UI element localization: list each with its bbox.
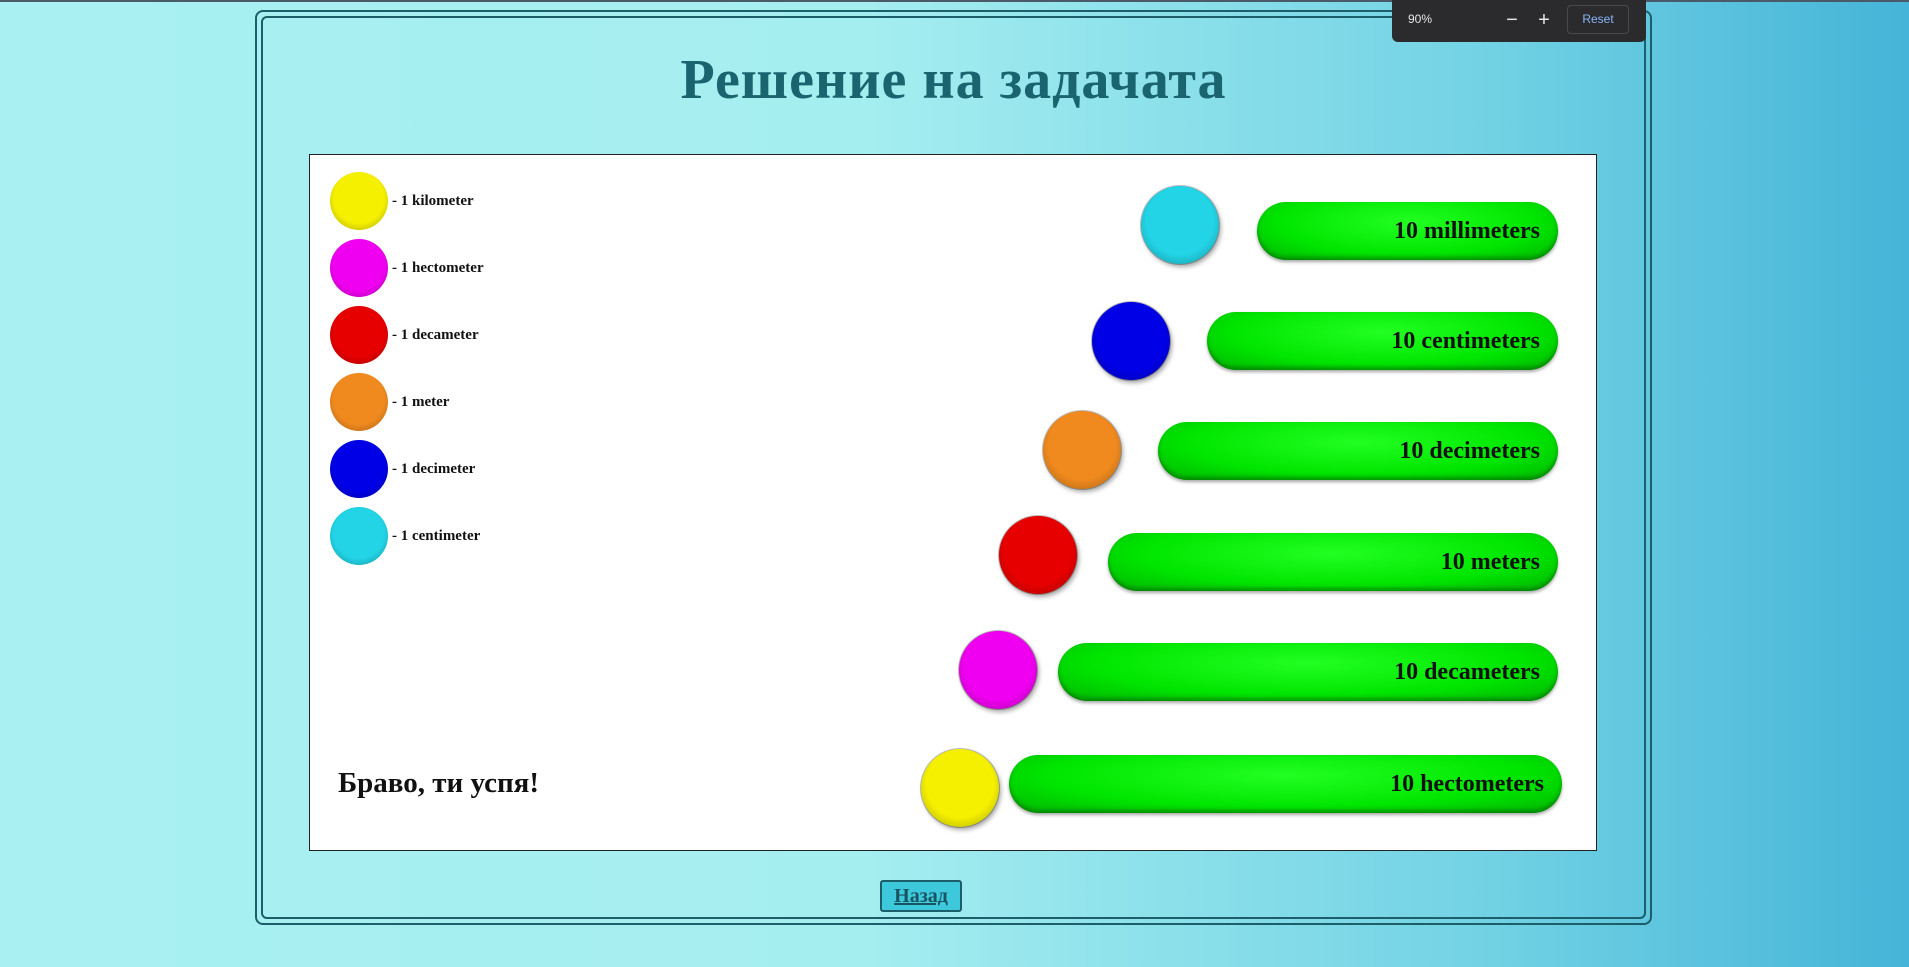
cyan-ball[interactable]: [1141, 186, 1219, 264]
back-button[interactable]: Назад: [880, 880, 962, 912]
solution-panel: - 1 kilometer - 1 hectometer - 1 decamet…: [309, 154, 1597, 851]
legend-label: - 1 centimeter: [392, 528, 481, 544]
blue-ball-icon: [330, 440, 388, 498]
bar-centimeters[interactable]: 10 centimeters: [1207, 312, 1558, 370]
bar-decameters[interactable]: 10 decameters: [1058, 643, 1558, 701]
red-ball[interactable]: [999, 516, 1077, 594]
cyan-ball-icon: [330, 507, 388, 565]
blue-ball[interactable]: [1092, 302, 1170, 380]
magenta-ball[interactable]: [959, 631, 1037, 709]
bar-decimeters[interactable]: 10 decimeters: [1158, 422, 1558, 480]
zoom-out-icon[interactable]: −: [1500, 6, 1524, 34]
zoom-reset-button[interactable]: Reset: [1567, 5, 1629, 34]
legend-label: - 1 decimeter: [392, 461, 476, 477]
bar-millimeters[interactable]: 10 millimeters: [1257, 202, 1558, 260]
legend-label: - 1 decameter: [392, 327, 479, 343]
bar-meters[interactable]: 10 meters: [1108, 533, 1558, 591]
legend-label: - 1 hectometer: [392, 260, 484, 276]
legend-label: - 1 meter: [392, 394, 450, 410]
zoom-level: 90%: [1408, 12, 1433, 26]
success-message: Браво, ти успя!: [338, 767, 540, 799]
bar-hectometers[interactable]: 10 hectometers: [1009, 755, 1562, 813]
zoom-popup: 90% − + Reset: [1392, 0, 1646, 42]
yellow-ball-icon: [330, 172, 388, 230]
orange-ball[interactable]: [1043, 411, 1121, 489]
yellow-ball[interactable]: [921, 749, 999, 827]
page-title: Решение на задачата: [680, 49, 1227, 111]
zoom-in-icon[interactable]: +: [1532, 6, 1556, 34]
magenta-ball-icon: [330, 239, 388, 297]
legend-label: - 1 kilometer: [392, 193, 474, 209]
red-ball-icon: [330, 306, 388, 364]
orange-ball-icon: [330, 373, 388, 431]
